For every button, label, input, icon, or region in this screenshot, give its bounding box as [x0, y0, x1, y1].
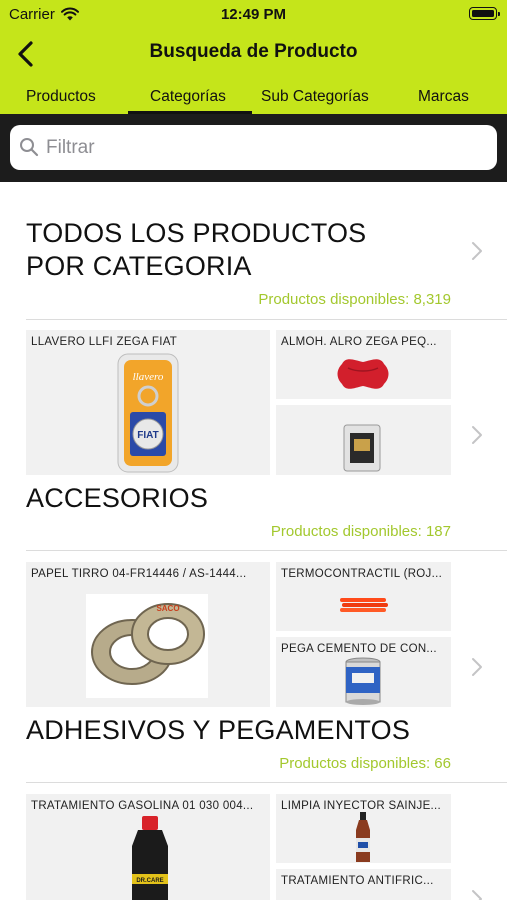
- search-bar: [0, 114, 507, 182]
- product-card[interactable]: PAPEL TIRRO 04-FR14446 / AS-1444... SACO: [26, 562, 270, 707]
- divider: [26, 782, 507, 783]
- tab-bar: Productos Categorías Sub Categorías Marc…: [0, 82, 507, 114]
- keychain-image: llavero FIAT: [117, 353, 179, 473]
- battery-icon: [469, 7, 500, 20]
- product-card[interactable]: ALMOH. ALRO ZEGA PEQ...: [276, 330, 451, 399]
- product-name: TERMOCONTRACTIL (ROJ...: [281, 568, 443, 580]
- products-available-count: Productos disponibles: 187: [270, 523, 451, 540]
- injector-cleaner-image: [356, 812, 370, 862]
- fuel-treatment-bottle-image: DR.CARE: [132, 816, 168, 900]
- product-card[interactable]: LIMPIA INYECTOR SAINJE...: [276, 794, 451, 863]
- divider: [26, 319, 507, 320]
- category-title-line: TODOS LOS PRODUCTOS: [26, 218, 367, 248]
- chevron-right-icon[interactable]: [471, 425, 483, 445]
- product-name: PAPEL TIRRO 04-FR14446 / AS-1444...: [31, 568, 247, 580]
- product-card[interactable]: PEGA CEMENTO DE CON...: [276, 637, 451, 707]
- product-card[interactable]: TRATAMIENTO ANTIFRIC...: [276, 869, 451, 900]
- product-name: LLAVERO LLFI ZEGA FIAT: [31, 336, 178, 348]
- search-icon: [20, 138, 39, 157]
- status-bar: Carrier 12:49 PM: [0, 0, 507, 30]
- category-title[interactable]: TODOS LOS PRODUCTOS POR CATEGORIA: [26, 217, 366, 283]
- tab-categorias[interactable]: Categorías: [150, 88, 226, 106]
- search-field[interactable]: [10, 125, 497, 170]
- bottle-brand: DR.CARE: [136, 878, 163, 884]
- keychain-brand: FIAT: [137, 430, 158, 441]
- chevron-right-icon[interactable]: [471, 889, 483, 900]
- tab-sub-categorias[interactable]: Sub Categorías: [261, 88, 369, 106]
- product-name: TRATAMIENTO ANTIFRIC...: [281, 875, 434, 887]
- cement-can-image: [345, 657, 381, 705]
- app-header: Carrier 12:49 PM Busqueda de Producto Pr…: [0, 0, 507, 114]
- keychain-word: llavero: [133, 371, 164, 383]
- page-title: Busqueda de Producto: [149, 41, 358, 62]
- tab-marcas[interactable]: Marcas: [418, 88, 469, 106]
- pillow-image: [337, 359, 389, 389]
- search-input[interactable]: [46, 125, 486, 170]
- product-card[interactable]: LLAVERO LLFI ZEGA FIAT llavero FIAT: [26, 330, 270, 475]
- products-available-count: Productos disponibles: 66: [279, 755, 451, 772]
- category-title[interactable]: ACCESORIOS: [26, 482, 208, 515]
- tab-productos[interactable]: Productos: [26, 88, 96, 106]
- heat-shrink-tube-image: [340, 598, 388, 612]
- divider: [26, 550, 507, 551]
- masking-tape-image: SACO: [86, 594, 208, 698]
- product-name: ALMOH. ALRO ZEGA PEQ...: [281, 336, 437, 348]
- category-title-line: POR CATEGORIA: [26, 251, 252, 281]
- chevron-right-icon[interactable]: [471, 241, 483, 261]
- status-time: 12:49 PM: [220, 6, 287, 23]
- tape-brand: SACO: [156, 604, 179, 613]
- product-name: TRATAMIENTO GASOLINA 01 030 004...: [31, 800, 254, 812]
- chevron-right-icon[interactable]: [471, 657, 483, 677]
- category-title[interactable]: ADHESIVOS Y PEGAMENTOS: [26, 714, 410, 747]
- product-image: [343, 424, 381, 472]
- product-card[interactable]: TRATAMIENTO GASOLINA 01 030 004... DR.CA…: [26, 794, 270, 900]
- product-card[interactable]: TERMOCONTRACTIL (ROJ...: [276, 562, 451, 631]
- nav-bar: Busqueda de Producto: [0, 30, 507, 78]
- product-card[interactable]: [276, 405, 451, 475]
- products-available-count: Productos disponibles: 8,319: [258, 291, 451, 308]
- product-name: LIMPIA INYECTOR SAINJE...: [281, 800, 442, 812]
- product-name: PEGA CEMENTO DE CON...: [281, 643, 437, 655]
